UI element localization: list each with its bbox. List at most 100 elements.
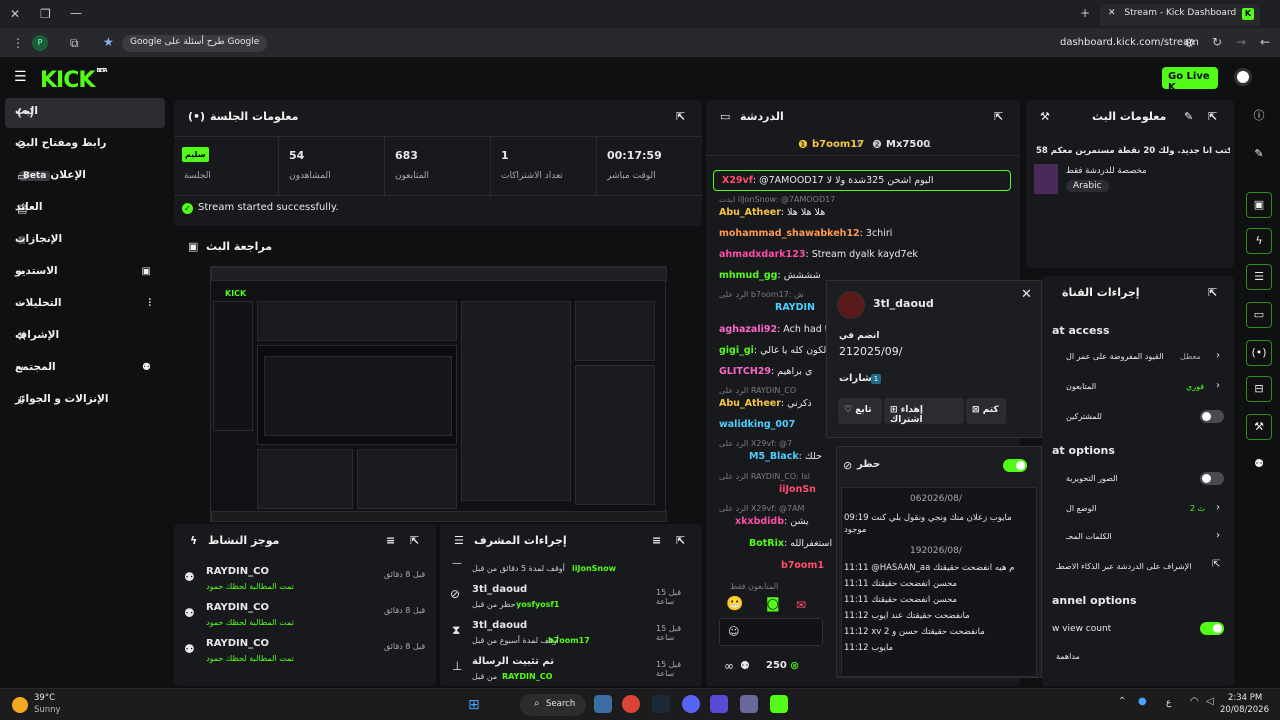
community-icon[interactable]: ⚉ xyxy=(740,659,750,672)
wrench-icon[interactable]: ⚒ xyxy=(1246,414,1272,440)
chat-username[interactable]: BotRix xyxy=(749,538,784,549)
go-live-button[interactable]: Go Live K xyxy=(1162,67,1218,93)
volume-icon[interactable]: ◁ xyxy=(1206,696,1214,707)
emote-icon[interactable]: ◙ xyxy=(766,596,780,612)
stream-preview-video[interactable]: KICK xyxy=(210,266,667,522)
restore-window-icon[interactable]: ❐ xyxy=(40,7,51,21)
close-window-icon[interactable]: ✕ xyxy=(10,7,20,21)
filter-icon[interactable]: ≡ xyxy=(386,534,395,547)
profile-avatar[interactable]: P xyxy=(32,35,48,51)
weather-sun-icon[interactable] xyxy=(12,697,28,713)
kick-app-icon[interactable] xyxy=(770,695,788,713)
mod-action-by[interactable]: iiJonSnow xyxy=(572,564,616,573)
chat-username[interactable]: xkxbdidb xyxy=(735,516,784,527)
popout-icon[interactable]: ⇱ xyxy=(410,534,419,547)
emote-icon[interactable]: ✉ xyxy=(796,598,806,612)
sidebar-item-achievements[interactable]: ♕ الإنجازات xyxy=(5,226,165,256)
hamburger-menu-icon[interactable]: ☰ xyxy=(14,70,27,84)
sidebar-item-moderation[interactable]: ⚒ الإشراف xyxy=(5,322,165,352)
chat-username[interactable]: M5_Black xyxy=(749,451,799,462)
weather-text[interactable]: Sunny xyxy=(34,705,61,715)
clock-date[interactable]: 20/08/2026 xyxy=(1220,705,1269,715)
view-count-toggle[interactable] xyxy=(1200,622,1224,635)
popout-icon[interactable]: ⇱ xyxy=(676,534,685,547)
gift-sub-button[interactable]: ⊞ إهداء اشتراك xyxy=(884,398,964,425)
extensions-icon[interactable]: ⧉ xyxy=(70,36,79,50)
sidebar-item-studio[interactable]: ⌄ الاستديو ▣ xyxy=(5,258,165,288)
activity-user[interactable]: RAYDIN_CO xyxy=(206,566,269,577)
video-icon[interactable]: ▣ xyxy=(1246,192,1272,218)
sidebar-item-drops[interactable]: ⇩ الإنزالات و الجوائز xyxy=(5,386,165,416)
chat-username[interactable]: mhmud_gg xyxy=(719,270,777,281)
emoji-picker-icon[interactable]: ☺ xyxy=(728,625,739,638)
setting-value[interactable]: 2 ث xyxy=(1190,504,1205,513)
mod-actions-icon[interactable]: ⊟ xyxy=(1246,376,1272,402)
ban-toggle[interactable] xyxy=(1003,459,1027,472)
windows-start-icon[interactable]: ⊞ xyxy=(468,697,480,713)
community-icon[interactable]: ⚉ xyxy=(1246,452,1272,478)
input-language[interactable]: ع xyxy=(1166,698,1171,708)
list-icon[interactable]: ☰ xyxy=(1246,264,1272,290)
close-icon[interactable]: ✕ xyxy=(1021,287,1032,302)
chat-username[interactable]: ahmadxdark123 xyxy=(719,249,805,260)
chat-username[interactable]: iiJonSn xyxy=(779,484,816,495)
sidebar-item-ads[interactable]: ▭ الإعلانBeta xyxy=(5,162,165,192)
steam-icon[interactable] xyxy=(652,695,670,713)
chevron-right-icon[interactable]: › xyxy=(1216,502,1220,513)
info-icon[interactable]: ⓘ xyxy=(1246,104,1272,130)
menu-dots-icon[interactable]: ⋮ xyxy=(12,36,24,50)
external-link-icon[interactable]: ⇱ xyxy=(1212,559,1220,570)
forward-icon[interactable]: → xyxy=(1236,35,1246,49)
chevron-up-icon[interactable]: ⌃ xyxy=(1118,696,1126,707)
app-icon[interactable] xyxy=(710,695,728,713)
setting-value[interactable]: معطل xyxy=(1180,352,1201,361)
popout-icon[interactable]: ⇱ xyxy=(994,110,1003,123)
chat-input[interactable]: ☺ xyxy=(719,618,823,646)
activity-user[interactable]: RAYDIN_CO xyxy=(206,638,269,649)
filter-icon[interactable]: ≡ xyxy=(652,534,661,547)
popout-icon[interactable]: ⇱ xyxy=(1208,286,1217,299)
chat-username[interactable]: Abu_Atheer xyxy=(719,207,781,218)
chat-username[interactable]: b7oom1 xyxy=(781,560,824,571)
file-explorer-icon[interactable] xyxy=(594,695,612,713)
sidebar-item-stream[interactable]: (•) البث xyxy=(5,98,165,128)
mod-action-user[interactable]: 3tl_daoud xyxy=(472,620,527,631)
google-ask-pill[interactable]: Google طرح أسئلة على Google xyxy=(122,35,268,52)
chat-username[interactable]: walidking_007 xyxy=(719,419,795,430)
subscribers-toggle[interactable] xyxy=(1200,410,1224,423)
chat-icon[interactable]: ▭ xyxy=(1246,302,1272,328)
mod-action-by[interactable]: yosfyosf1 xyxy=(516,600,559,609)
close-tab-icon[interactable]: ✕ xyxy=(1108,8,1116,18)
activity-user[interactable]: RAYDIN_CO xyxy=(206,602,269,613)
stream-category[interactable]: مخصصة للدردشة فقط xyxy=(1066,166,1147,176)
chevron-right-icon[interactable]: › xyxy=(1216,530,1220,541)
wifi-icon[interactable]: ◠ xyxy=(1190,696,1199,707)
new-tab-icon[interactable]: + xyxy=(1080,6,1090,20)
bookmark-star-icon[interactable]: ★ xyxy=(103,35,114,49)
category-thumbnail[interactable] xyxy=(1034,164,1058,194)
mod-action-by[interactable]: b7oom17 xyxy=(548,636,590,645)
chat-username[interactable]: RAYDIN xyxy=(775,302,815,313)
user-card-username[interactable]: 3tl_daoud xyxy=(873,297,934,310)
sidebar-item-community[interactable]: ⌄ المجتمع ⚉ xyxy=(5,354,165,384)
mute-button[interactable]: ⊠ كتم xyxy=(966,398,1006,424)
discord-icon[interactable] xyxy=(682,695,700,713)
popout-icon[interactable]: ⇱ xyxy=(1208,110,1217,123)
follow-button[interactable]: ♡ تابع xyxy=(838,398,882,424)
chat-username[interactable]: mohammad_shawabkeh12 xyxy=(719,228,860,239)
edit-icon[interactable]: ✎ xyxy=(1184,110,1193,123)
chat-username[interactable]: Abu_Atheer xyxy=(719,398,781,409)
weather-temp[interactable]: 39°C xyxy=(34,693,55,703)
browser-tab[interactable]: ✕ Stream - Kick Dashboard K xyxy=(1100,4,1260,26)
chat-username[interactable]: X29vf xyxy=(722,175,753,186)
back-icon[interactable]: ← xyxy=(1260,35,1270,49)
mod-action-user[interactable]: 3tl_daoud xyxy=(472,584,527,595)
chat-username[interactable]: GLITCH29 xyxy=(719,366,771,377)
kick-logo[interactable]: KICK BETA xyxy=(40,68,108,93)
chat-username[interactable]: aghazali92 xyxy=(719,324,777,335)
sidebar-item-stream-key[interactable]: ⊘ رابط ومفتاح البث xyxy=(5,130,165,160)
popout-icon[interactable]: ⇱ xyxy=(676,110,685,123)
leader-name[interactable]: Mx7500 xyxy=(886,139,930,150)
reload-icon[interactable]: ↻ xyxy=(1212,35,1222,49)
setting-value[interactable]: فوري xyxy=(1186,382,1204,391)
